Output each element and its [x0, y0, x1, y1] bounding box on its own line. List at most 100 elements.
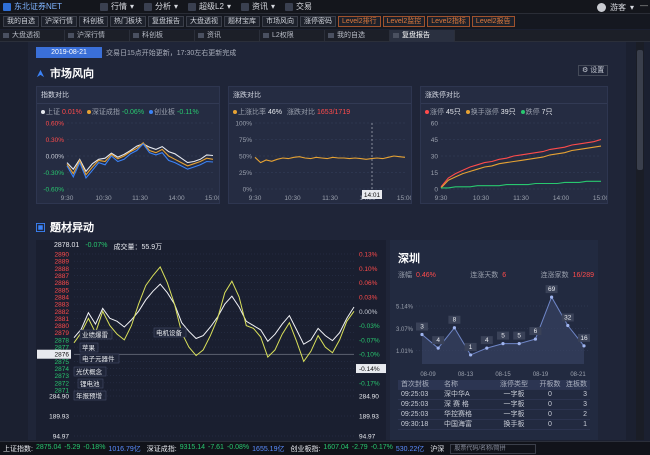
y-tick-label: 100%: [235, 121, 252, 128]
search-market[interactable]: 沪深: [430, 444, 444, 454]
index-ticker[interactable]: 创业板指: 1607.04 -2.79 -0.17% 530.22亿: [290, 444, 424, 454]
table-header-cell[interactable]: 首次封板: [398, 380, 444, 389]
data-point: [501, 342, 505, 346]
index-ticker[interactable]: 深证成指: 9315.14 -7.61 -0.08% 1655.19亿: [147, 444, 285, 454]
tab[interactable]: 我的自选: [325, 30, 390, 42]
tab[interactable]: L2权限: [260, 30, 325, 42]
data-label-text: 6: [534, 328, 538, 335]
y-tick-label: 15: [431, 170, 439, 177]
table-header-cell[interactable]: 开板数: [536, 380, 564, 389]
tab[interactable]: 沪深行情: [65, 30, 130, 42]
left-tick-label: 2876: [55, 352, 70, 359]
stat-value: 0.46%: [416, 272, 436, 279]
table-cell: 华控赛格: [444, 411, 472, 418]
right-tick-label: -0.14%: [359, 366, 380, 373]
volume-tick-left: 94.97: [53, 434, 70, 441]
right-tick-label: 0.00%: [359, 309, 378, 316]
menu-trade[interactable]: 交易: [284, 1, 312, 12]
user-menu[interactable]: 游客 ▾: [596, 2, 634, 13]
quick-button[interactable]: 我的自选: [3, 16, 39, 27]
report-date[interactable]: 2019-08-21: [36, 47, 102, 58]
region-panel: 深圳 涨幅 0.46% 连涨天数 6 连涨家数 16/289 5.14% 3.07% 1.01…: [390, 240, 598, 440]
quick-button[interactable]: 热门板块: [110, 16, 146, 27]
quick-button[interactable]: 市场风向: [262, 16, 298, 27]
data-label-text: 5: [501, 333, 505, 340]
x-tick-label: 9:30: [249, 195, 262, 202]
table-row[interactable]: 09:25:03 深中华A 一字板 0 3: [398, 390, 590, 400]
tab-label: 资讯: [207, 32, 221, 39]
event-annotation: 苹果: [79, 342, 99, 353]
settings-button[interactable]: ⚙ 设置: [578, 65, 609, 76]
section-title-text: 市场风向: [50, 68, 94, 80]
table-row[interactable]: 09:25:03 深 赛 格 一字板 0 3: [398, 400, 590, 410]
left-tick-label: 2882: [55, 309, 70, 316]
left-tick-label: 2888: [55, 266, 70, 273]
table-cell: 中国海富: [444, 421, 472, 428]
logo-icon: [3, 2, 11, 11]
quick-button[interactable]: 科创板: [79, 16, 108, 27]
table-row[interactable]: 09:30:18 中国海富 换手板 0 1: [398, 420, 590, 430]
left-tick-label: 2875: [55, 359, 70, 366]
table-header-cell[interactable]: 连板数: [564, 380, 590, 389]
tab-bar: 大盘透视 沪深行情 科创板 资讯 L2权限 我的自选 复盘报告: [0, 30, 650, 42]
quick-button[interactable]: Level2排行: [338, 16, 381, 27]
legend-value: 39只: [500, 109, 516, 116]
legend-swatch: [86, 110, 91, 115]
tab-icon: [3, 33, 9, 38]
menu-analysis[interactable]: 分析 ▾: [144, 1, 178, 12]
menu-market[interactable]: 行情 ▾: [100, 1, 134, 12]
region-stats: 涨幅 0.46% 连涨天数 6 连涨家数 16/289: [398, 270, 594, 280]
legend-value: 1653/1719: [317, 109, 351, 116]
quick-button[interactable]: 题材宝库: [224, 16, 260, 27]
quick-button[interactable]: Level2报告: [471, 16, 515, 27]
arrow-up-icon: [36, 69, 45, 77]
quick-button[interactable]: 涨停密码: [300, 16, 336, 27]
menu-news[interactable]: 资讯 ▾: [240, 1, 275, 12]
quick-button[interactable]: 复盘报告: [148, 16, 184, 27]
x-tick-label: 14:00: [553, 195, 570, 202]
status-bar: 上证指数: 2875.04 -5.29 -0.18% 1016.79亿 深证成指: 9315…: [0, 441, 650, 455]
right-tick-label: 0.06%: [359, 280, 378, 287]
cursor-label: 14:01: [362, 190, 382, 199]
y-tick-label: 0.00%: [46, 154, 65, 161]
table-row[interactable]: 09:25:03 华控赛格 一字板 0 2: [398, 410, 590, 420]
x-tick-label: 11:30: [322, 195, 338, 202]
table-header-cell[interactable]: 名称: [444, 380, 492, 389]
index-ticker[interactable]: 上证指数: 2875.04 -5.29 -0.18% 1016.79亿: [3, 444, 141, 454]
ticker-amount: 1016.79亿: [108, 445, 141, 453]
scrollbar[interactable]: [636, 42, 644, 440]
annotation-text: 光伏概念: [76, 367, 103, 376]
table-header-cell[interactable]: 涨停类型: [492, 380, 536, 389]
tab[interactable]: 科创板: [130, 30, 195, 42]
legend-swatch: [41, 110, 45, 115]
volume-tick-right: 94.97: [359, 434, 376, 441]
quick-button[interactable]: Level2指标: [427, 16, 470, 27]
quick-button[interactable]: Level2监控: [382, 16, 426, 27]
quick-button[interactable]: 沪深行情: [41, 16, 77, 27]
x-tick-label: 08-09: [420, 372, 436, 378]
data-point: [550, 295, 554, 299]
tab[interactable]: 复盘报告: [390, 30, 455, 42]
window-controls[interactable]: —: [640, 1, 648, 10]
tab-icon: [263, 33, 269, 38]
search-input[interactable]: 股票代码/名称/简拼: [450, 443, 537, 454]
scrollbar-thumb[interactable]: [637, 50, 643, 170]
chevron-down-icon: ▾: [130, 2, 135, 11]
legend-value: 46%: [268, 109, 283, 116]
legend-value: 45只: [446, 109, 461, 116]
left-tick-label: 2887: [55, 273, 70, 280]
left-tick-label: 2873: [55, 373, 70, 380]
quick-button[interactable]: 大盘透视: [186, 16, 222, 27]
annotation-text: 锂电池: [80, 379, 100, 388]
menu-level2[interactable]: 超级L2 ▾: [188, 1, 231, 12]
x-tick-label: 15:00: [205, 195, 219, 202]
tab[interactable]: 资讯: [195, 30, 260, 42]
menu-label: 交易: [295, 2, 312, 11]
rise-fall-panel: 涨跌对比 上涨比率 46% 涨跌对比 1653/1719 100% 75% 50% 25% 0…: [228, 86, 412, 204]
chevron-down-icon: ▾: [629, 3, 634, 12]
tab[interactable]: 大盘透视: [0, 30, 65, 42]
legend-swatch: [520, 110, 525, 115]
left-tick-label: 2881: [55, 316, 70, 323]
event-annotation: 光伏概念: [73, 366, 107, 377]
data-point: [582, 344, 586, 348]
